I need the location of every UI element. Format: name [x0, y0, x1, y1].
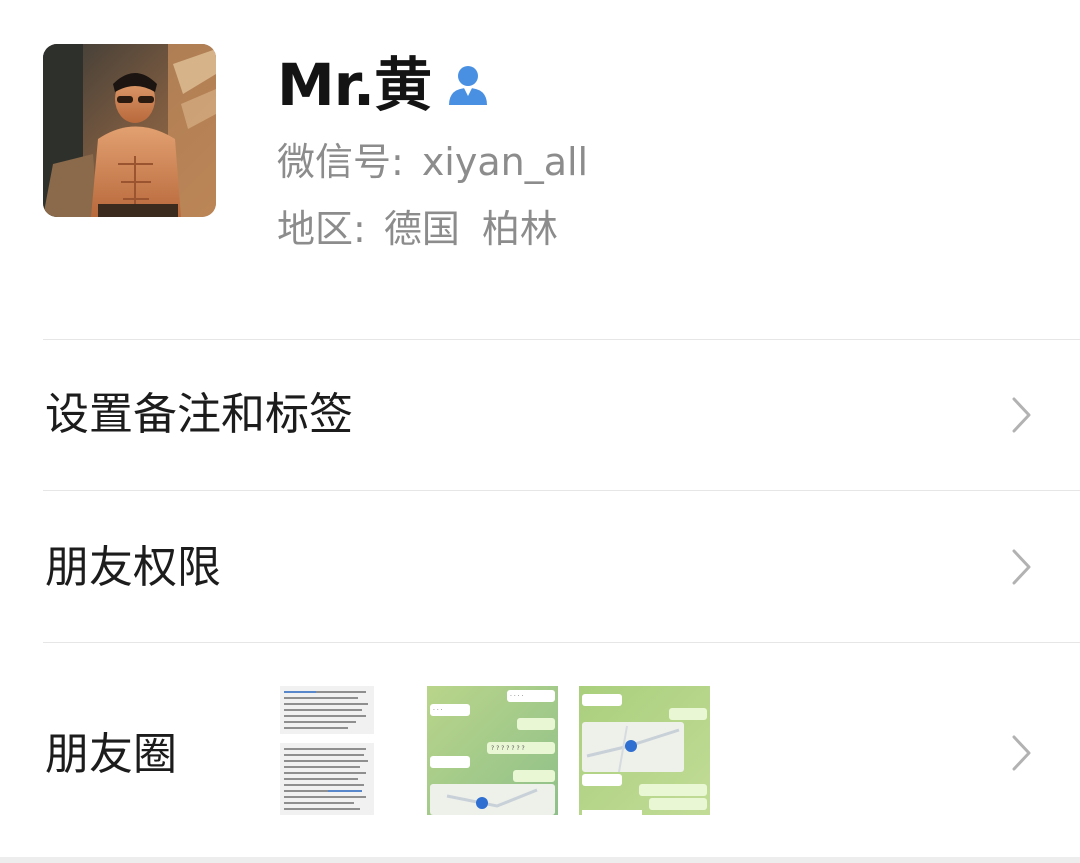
- contact-profile-page: Mr.黄 微信号: xiyan_all 地区: 德国 柏林 设置备注和标签 朋友权限 …: [0, 0, 1080, 863]
- avatar[interactable]: [43, 44, 216, 217]
- chevron-right-icon: [1012, 735, 1031, 771]
- set-remark-and-tags-row[interactable]: 设置备注和标签: [0, 340, 1080, 490]
- male-user-icon: [449, 66, 488, 105]
- moments-thumbnail-image: [278, 686, 376, 815]
- region-country: 德国: [383, 207, 460, 251]
- chevron-right-icon: [1012, 397, 1031, 433]
- bottom-separator: [0, 857, 1080, 863]
- moments-thumbnail-image: · · · · · · · ? ? ? ? ? ? ?: [427, 686, 558, 815]
- name-row: Mr.黄: [277, 52, 489, 118]
- avatar-photo: [43, 44, 216, 217]
- wechat-id-label: 微信号:: [277, 140, 404, 184]
- friend-permissions-row[interactable]: 朋友权限: [0, 491, 1080, 642]
- wechat-id-value: xiyan_all: [421, 140, 589, 184]
- region-line: 地区: 德国 柏林: [277, 207, 558, 251]
- region-label: 地区:: [277, 207, 366, 251]
- moments-label: 朋友圈: [45, 729, 177, 780]
- set-remark-label: 设置备注和标签: [45, 389, 353, 440]
- region-city: 柏林: [481, 207, 558, 251]
- friend-permissions-label: 朋友权限: [45, 542, 221, 593]
- svg-text:· · · ·: · · · ·: [510, 693, 523, 700]
- moments-thumbnail[interactable]: [579, 686, 710, 815]
- wechat-id-line: 微信号: xiyan_all: [277, 140, 588, 184]
- moments-thumbnail[interactable]: [278, 686, 376, 815]
- contact-name: Mr.黄: [277, 51, 432, 119]
- svg-text:· · ·: · · ·: [433, 707, 443, 714]
- moments-thumbnail[interactable]: · · · · · · · ? ? ? ? ? ? ?: [427, 686, 558, 815]
- chevron-right-icon: [1012, 549, 1031, 585]
- svg-text:? ? ? ? ? ? ?: ? ? ? ? ? ? ?: [491, 745, 525, 752]
- moments-thumbnail-image: [579, 686, 710, 815]
